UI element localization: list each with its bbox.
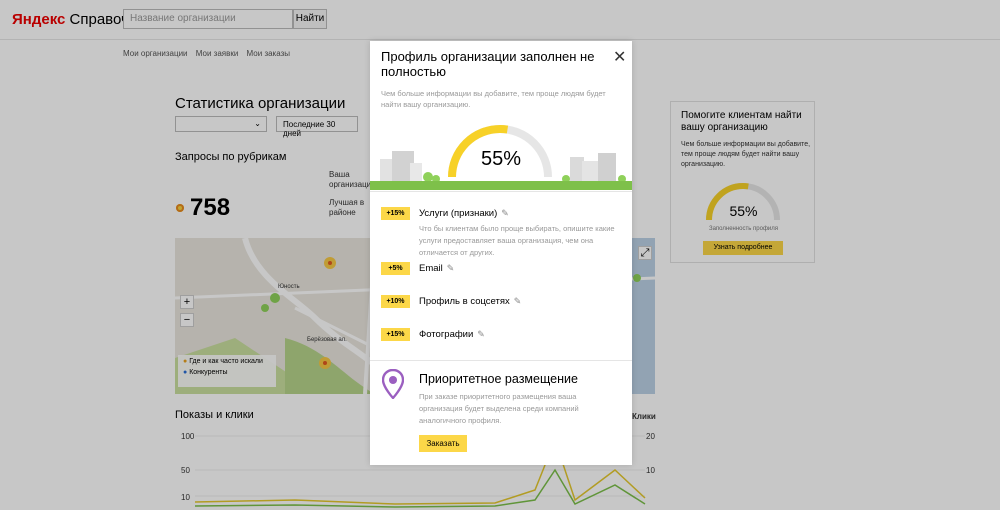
badge-services: +15%: [381, 207, 410, 220]
divider: [370, 191, 632, 192]
location-pin-icon: [382, 369, 404, 399]
item-label-text: Услуги (признаки): [419, 208, 498, 219]
badge-photos: +15%: [381, 328, 410, 341]
pencil-icon[interactable]: ✎: [514, 296, 522, 307]
modal-percent: 55%: [480, 148, 522, 170]
item-label-text: Email: [419, 263, 443, 274]
pencil-icon[interactable]: ✎: [501, 208, 509, 219]
modal-title: Профиль организации заполнен не полность…: [381, 49, 595, 79]
pencil-icon[interactable]: ✎: [447, 263, 455, 274]
item-label-text: Фотографии: [419, 329, 474, 340]
divider: [370, 360, 632, 361]
profile-modal: Профиль организации заполнен не полность…: [370, 41, 632, 465]
item-label-social: Профиль в соцсетях ✎: [419, 296, 521, 307]
close-icon[interactable]: ✕: [613, 47, 626, 67]
item-label-email: Email ✎: [419, 263, 454, 274]
badge-social: +10%: [381, 295, 410, 308]
item-label-photos: Фотографии ✎: [419, 329, 485, 340]
pencil-icon[interactable]: ✎: [477, 329, 485, 340]
modal-subtitle: Чем больше информации вы добавите, тем п…: [381, 89, 606, 109]
badge-email: +5%: [381, 262, 410, 275]
item-desc-services: Что бы клиентам было проще выбирать, опи…: [419, 224, 615, 257]
order-button[interactable]: Заказать: [419, 435, 467, 452]
item-label-text: Профиль в соцсетях: [419, 296, 510, 307]
priority-description: При заказе приоритетного размещения ваша…: [419, 392, 579, 425]
item-label-services: Услуги (признаки) ✎: [419, 208, 509, 219]
priority-title: Приоритетное размещение: [419, 372, 578, 386]
